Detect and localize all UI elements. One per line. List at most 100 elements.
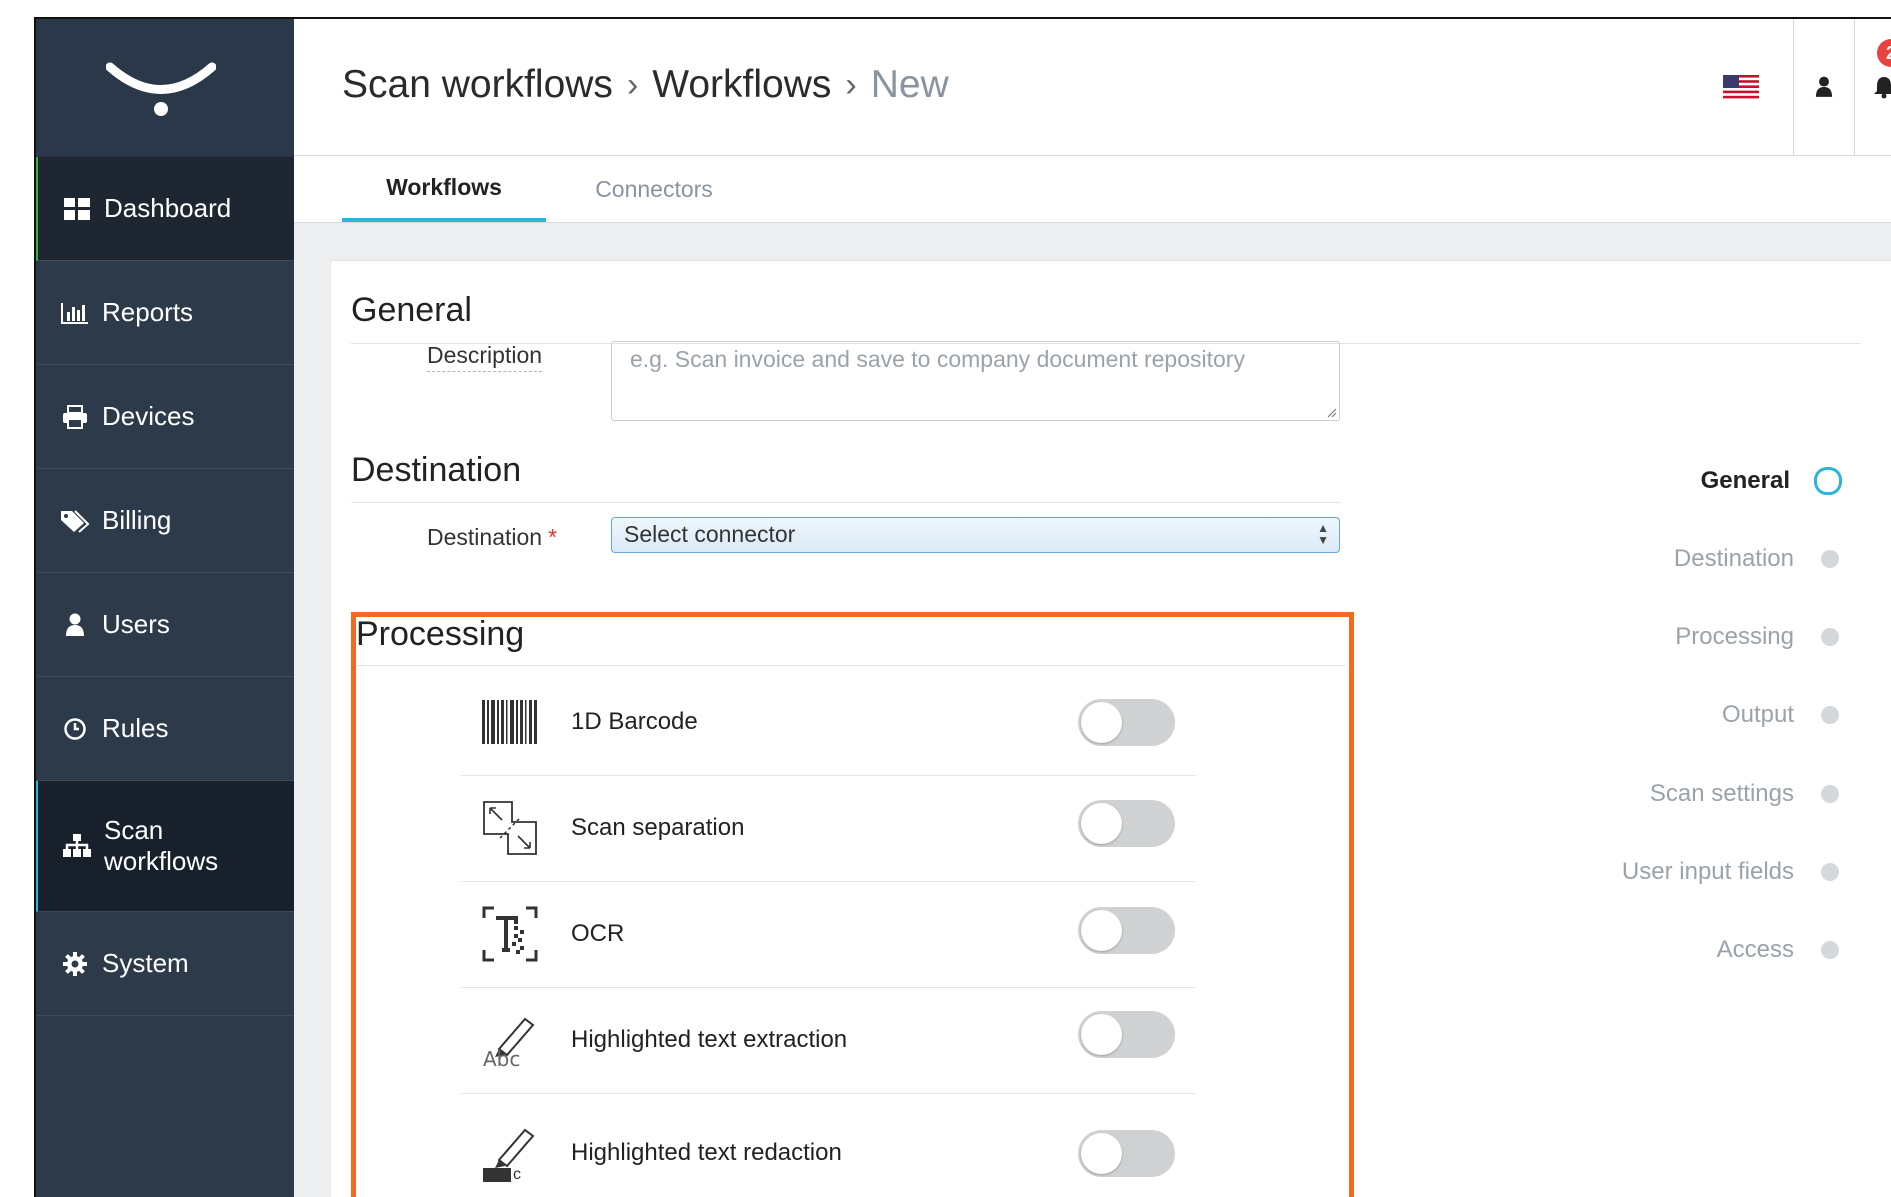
toggle-knob: [1081, 1014, 1122, 1055]
step-label: Scan settings: [1649, 780, 1794, 807]
sidebar-item-label: Devices: [102, 401, 195, 431]
header-actions: 2: [1711, 19, 1891, 155]
clock-icon: [60, 717, 90, 741]
resize-handle-icon[interactable]: [1325, 406, 1337, 418]
step-label: Destination: [1673, 545, 1794, 572]
top-header: Scan workflows › Workflows › New 2: [294, 19, 1891, 156]
destination-label-text: Destination: [427, 524, 543, 550]
step-access[interactable]: Access: [1717, 930, 1851, 970]
divider: [356, 665, 1346, 666]
destination-connector-select[interactable]: Select connector ▲ ▼: [611, 517, 1340, 553]
us-flag-icon: [1723, 75, 1759, 99]
sidebar-item-label: System: [102, 948, 189, 978]
sidebar-item-label: Dashboard: [104, 193, 232, 223]
scan-separation-icon: [481, 799, 539, 857]
highlight-redaction-toggle[interactable]: [1078, 1130, 1175, 1177]
processing-row-barcode: 1D Barcode: [461, 669, 1196, 776]
gear-icon: [60, 951, 90, 976]
workflow-form-card: General Description e.g. Scan invoice an…: [330, 260, 1891, 1197]
label-line-1: Scan: [104, 815, 164, 845]
step-label: Processing: [1675, 623, 1794, 650]
toggle-knob: [1081, 803, 1122, 844]
processing-label: Highlighted text redaction: [571, 1139, 842, 1166]
processing-row-ocr: OCR: [461, 881, 1196, 988]
section-title-general: General: [351, 291, 472, 329]
step-dot-icon: [1821, 628, 1839, 646]
notification-badge: 2: [1877, 39, 1891, 67]
step-output[interactable]: Output: [1722, 695, 1851, 735]
language-selector[interactable]: [1711, 19, 1771, 155]
sidebar-item-scan-workflows[interactable]: Scan workflows: [36, 781, 294, 912]
step-processing[interactable]: Processing: [1675, 617, 1851, 657]
tab-connectors[interactable]: Connectors: [564, 156, 744, 222]
processing-label: Scan separation: [571, 814, 745, 841]
c-text: c: [513, 1166, 521, 1183]
highlight-extraction-toggle[interactable]: [1078, 1011, 1175, 1058]
chevron-right-icon: ›: [845, 65, 857, 104]
toggle-knob: [1081, 702, 1122, 743]
user-icon: [1815, 76, 1833, 97]
processing-row-scan-separation: Scan separation: [461, 775, 1196, 882]
sidebar-item-devices[interactable]: Devices: [36, 365, 294, 469]
step-label: General: [1700, 467, 1790, 494]
printer-icon: [60, 404, 90, 429]
sidebar-item-users[interactable]: Users: [36, 573, 294, 677]
destination-label: Destination *: [427, 524, 557, 551]
sidebar-item-dashboard[interactable]: Dashboard: [36, 157, 294, 261]
step-dot-icon: [1821, 550, 1839, 568]
sidebar-item-label: Reports: [102, 297, 194, 327]
description-label: Description: [427, 342, 543, 372]
breadcrumb-item[interactable]: Workflows: [652, 63, 831, 107]
step-user-input-fields[interactable]: User input fields: [1622, 852, 1851, 892]
breadcrumb-current: New: [870, 63, 949, 106]
processing-label: OCR: [571, 920, 625, 947]
logo-icon: [106, 62, 216, 116]
section-title-destination: Destination: [351, 451, 522, 489]
description-textarea[interactable]: e.g. Scan invoice and save to company do…: [611, 341, 1340, 421]
ocr-toggle[interactable]: [1078, 907, 1175, 954]
highlighter-extract-icon: Abc: [481, 1011, 539, 1071]
breadcrumb-item[interactable]: Scan workflows: [342, 63, 613, 107]
step-general[interactable]: General: [1701, 461, 1851, 501]
toggle-knob: [1081, 910, 1122, 951]
toggle-knob: [1081, 1133, 1122, 1174]
user-icon: [60, 613, 90, 637]
tab-workflows[interactable]: Workflows: [342, 156, 546, 222]
logo[interactable]: [36, 19, 294, 157]
step-dot-icon: [1821, 941, 1839, 959]
app-window: Dashboard Reports Devices Billing Users: [34, 17, 1891, 1197]
barcode-icon: [481, 693, 539, 751]
dashboard-icon: [62, 197, 92, 220]
processing-row-highlight-extraction: Abc Highlighted text extraction: [461, 987, 1196, 1094]
tags-icon: [60, 509, 90, 533]
section-title-processing: Processing: [356, 615, 525, 653]
sidebar-item-system[interactable]: System: [36, 912, 294, 1016]
tab-bar: Workflows Connectors: [294, 156, 1891, 223]
sidebar-item-billing[interactable]: Billing: [36, 469, 294, 573]
barcode-toggle[interactable]: [1078, 699, 1175, 746]
notifications-button[interactable]: 2: [1854, 19, 1891, 155]
sidebar-item-label: Scan workflows: [104, 815, 218, 877]
sidebar-item-label: Billing: [102, 505, 172, 535]
sitemap-icon: [62, 834, 92, 858]
description-placeholder: e.g. Scan invoice and save to company do…: [630, 346, 1245, 372]
scan-separation-toggle[interactable]: [1078, 800, 1175, 847]
sidebar-item-reports[interactable]: Reports: [36, 261, 294, 365]
step-label: User input fields: [1621, 858, 1794, 885]
abc-text: Abc: [483, 1047, 521, 1071]
description-label-text: Description: [427, 342, 543, 372]
user-menu-button[interactable]: [1793, 19, 1854, 155]
step-destination[interactable]: Destination: [1674, 539, 1851, 579]
breadcrumb: Scan workflows › Workflows › New: [342, 63, 949, 107]
sidebar: Dashboard Reports Devices Billing Users: [36, 19, 294, 1197]
processing-label: Highlighted text extraction: [571, 1026, 848, 1053]
label-line-2: workflows: [104, 846, 219, 876]
bar-chart-icon: [60, 302, 90, 324]
step-dot-icon: [1821, 863, 1839, 881]
select-arrows-icon: ▲ ▼: [1317, 521, 1329, 547]
sidebar-item-rules[interactable]: Rules: [36, 677, 294, 781]
step-scan-settings[interactable]: Scan settings: [1650, 774, 1851, 814]
required-marker: *: [548, 524, 558, 550]
processing-row-highlight-redaction: c Highlighted text redaction: [461, 1093, 1196, 1197]
processing-highlight-box: Processing 1D Barcode Scan separation OC…: [351, 612, 1354, 1197]
